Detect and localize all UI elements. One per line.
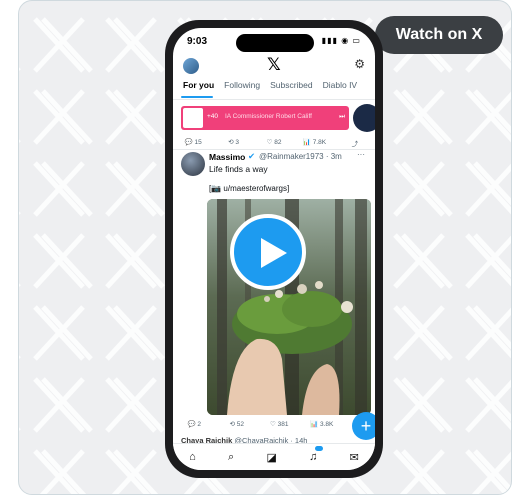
phone-frame: 9:03 ▮▮▮ ◉ ▭ 𝕏 ⚙ For you Following Subsc… bbox=[165, 20, 383, 478]
banner-count: +40 bbox=[207, 113, 219, 120]
views-icon: 📊 bbox=[302, 139, 311, 146]
skip-icon[interactable]: ⏭ bbox=[339, 113, 345, 121]
row-divider bbox=[173, 149, 375, 150]
top-tweet-actions: 💬 15 ⟲ 3 ♡ 82 📊 7.8K ⤴ bbox=[173, 138, 375, 148]
views-count: 3.8K bbox=[320, 421, 334, 428]
home-icon[interactable]: ⌂ bbox=[189, 451, 196, 463]
views-count: 7.8K bbox=[312, 139, 327, 146]
banner-thumbnail bbox=[183, 108, 203, 128]
tweet-author-handle[interactable]: @Rainmaker1973 · 3m bbox=[259, 152, 342, 161]
more-options-icon[interactable]: ··· bbox=[357, 150, 365, 159]
reply-count: 2 bbox=[197, 421, 202, 428]
banner-text: IA Commissioner Robert Califf bbox=[225, 113, 312, 120]
like-button[interactable]: ♡ 82 bbox=[254, 138, 294, 148]
views-icon: 📊 bbox=[310, 421, 319, 428]
notification-badge bbox=[315, 446, 324, 451]
like-icon: ♡ bbox=[266, 139, 273, 146]
like-count: 381 bbox=[277, 421, 289, 428]
messages-icon[interactable]: ✉ bbox=[350, 451, 359, 464]
reply-button[interactable]: 💬 2 bbox=[173, 420, 216, 428]
notifications-glyph: ♫ bbox=[309, 451, 318, 463]
active-tab-indicator bbox=[181, 96, 213, 98]
tab-diablo-iv[interactable]: Diablo IV bbox=[323, 80, 358, 98]
compose-icon[interactable]: ◪ bbox=[266, 451, 276, 464]
compose-fab[interactable]: + bbox=[352, 412, 375, 440]
profile-avatar[interactable] bbox=[183, 58, 199, 74]
phone-screen: 9:03 ▮▮▮ ◉ ▭ 𝕏 ⚙ For you Following Subsc… bbox=[173, 28, 375, 470]
like-icon: ♡ bbox=[270, 421, 276, 428]
reply-count: 15 bbox=[194, 139, 202, 146]
fleet-avatar[interactable] bbox=[353, 104, 375, 132]
tweet-actions: 💬 2 ⟲ 52 ♡ 381 📊 3.8K bbox=[173, 420, 343, 428]
tabs-divider bbox=[173, 99, 375, 100]
status-time: 9:03 bbox=[187, 36, 208, 47]
views-button[interactable]: 📊 3.8K bbox=[301, 420, 344, 428]
repost-button[interactable]: ⟲ 52 bbox=[216, 420, 259, 428]
repost-button[interactable]: ⟲ 3 bbox=[213, 138, 253, 148]
repost-count: 52 bbox=[236, 421, 244, 428]
tab-following[interactable]: Following bbox=[224, 80, 260, 98]
bottom-navigation: ⌂ ⌕ ◪ ♫ ✉ bbox=[173, 443, 375, 470]
like-button[interactable]: ♡ 381 bbox=[258, 420, 301, 428]
share-button[interactable]: ⤴ bbox=[335, 138, 375, 148]
play-button[interactable] bbox=[230, 214, 306, 290]
tweet-author-avatar[interactable] bbox=[181, 152, 205, 176]
share-icon: ⤴ bbox=[351, 141, 359, 148]
verified-icon: ✔ bbox=[248, 151, 256, 161]
settings-icon[interactable]: ⚙ bbox=[354, 57, 365, 71]
views-button[interactable]: 📊 7.8K bbox=[294, 138, 334, 148]
like-count: 82 bbox=[274, 139, 282, 146]
notifications-icon[interactable]: ♫ bbox=[309, 446, 324, 463]
spaces-banner[interactable]: +40 IA Commissioner Robert Califf ⏭ bbox=[181, 106, 349, 130]
tweet-credit: [📷 u/maesterofwargs] bbox=[209, 184, 290, 193]
reply-button[interactable]: 💬 15 bbox=[173, 138, 213, 148]
watch-on-x-button[interactable]: Watch on X bbox=[375, 16, 503, 54]
tweet-author-name[interactable]: Massimo bbox=[209, 152, 245, 162]
repost-icon: ⟲ bbox=[229, 421, 235, 428]
tweet-text: Life finds a way bbox=[209, 164, 268, 174]
reply-icon: 💬 bbox=[187, 421, 196, 428]
search-icon[interactable]: ⌕ bbox=[228, 451, 234, 464]
tab-subscribed[interactable]: Subscribed bbox=[270, 80, 313, 98]
status-icons: ▮▮▮ ◉ ▭ bbox=[321, 36, 361, 45]
reply-icon: 💬 bbox=[184, 139, 193, 146]
repost-icon: ⟲ bbox=[228, 139, 234, 146]
dynamic-island bbox=[236, 34, 314, 52]
x-logo: 𝕏 bbox=[267, 55, 281, 74]
repost-count: 3 bbox=[235, 139, 240, 146]
